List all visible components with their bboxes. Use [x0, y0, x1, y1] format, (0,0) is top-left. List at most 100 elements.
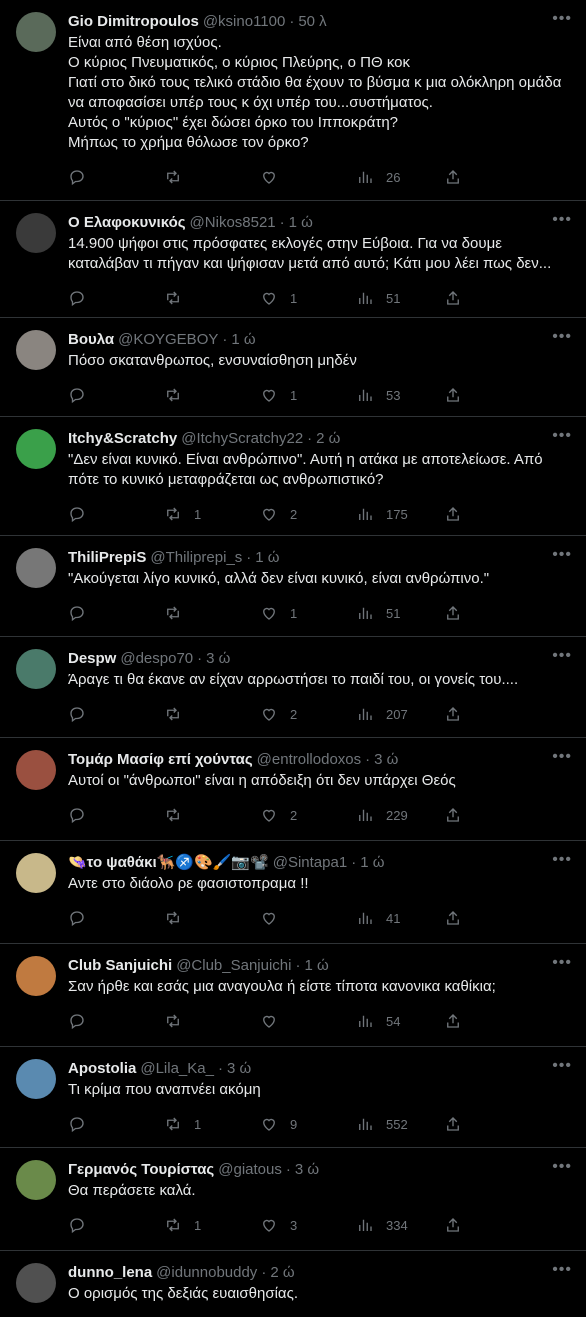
- like-button[interactable]: [260, 909, 356, 927]
- retweet-button[interactable]: 1: [164, 1216, 260, 1234]
- like-button[interactable]: 1: [260, 289, 356, 307]
- author-handle[interactable]: @KOYGEBOY: [118, 330, 218, 350]
- author-handle[interactable]: @entrollodoxos: [257, 750, 361, 770]
- timestamp[interactable]: 3 ώ: [374, 750, 398, 770]
- reply-button[interactable]: [68, 386, 164, 404]
- reply-button[interactable]: [68, 1216, 164, 1234]
- views-button[interactable]: 53: [356, 386, 444, 404]
- retweet-button[interactable]: [164, 1012, 260, 1030]
- timestamp[interactable]: 1 ώ: [304, 956, 328, 976]
- author-name[interactable]: Club Sanjuichi: [68, 956, 172, 976]
- share-button[interactable]: [444, 289, 462, 307]
- author-handle[interactable]: @Lila_Ka_: [140, 1059, 214, 1079]
- avatar[interactable]: [16, 213, 56, 253]
- reply-tweet[interactable]: Gio Dimitropoulos @ksino1100 · 50 λ ••• …: [0, 0, 586, 201]
- timestamp[interactable]: 3 ώ: [295, 1160, 319, 1180]
- retweet-button[interactable]: [164, 705, 260, 723]
- avatar[interactable]: [16, 1059, 56, 1099]
- like-button[interactable]: 2: [260, 806, 356, 824]
- share-button[interactable]: [444, 1216, 462, 1234]
- timestamp[interactable]: 1 ώ: [255, 548, 279, 568]
- like-button[interactable]: [260, 168, 356, 186]
- reply-tweet[interactable]: Ο Ελαφοκυνικός @Nikos8521 · 1 ώ ••• 14.9…: [0, 201, 586, 318]
- views-button[interactable]: 54: [356, 1012, 444, 1030]
- views-button[interactable]: 51: [356, 289, 444, 307]
- share-button[interactable]: [444, 1012, 462, 1030]
- views-button[interactable]: 229: [356, 806, 444, 824]
- author-name[interactable]: dunno_lena: [68, 1263, 152, 1283]
- reply-button[interactable]: [68, 909, 164, 927]
- reply-button[interactable]: [68, 1115, 164, 1133]
- more-options-icon[interactable]: •••: [552, 427, 572, 445]
- like-button[interactable]: 3: [260, 1216, 356, 1234]
- author-handle[interactable]: @ksino1100: [203, 12, 286, 32]
- reply-tweet[interactable]: Βουλα @KOYGEBOY · 1 ώ ••• Πόσο σκατανθρω…: [0, 318, 586, 417]
- author-handle[interactable]: @idunnobuddy: [156, 1263, 257, 1283]
- views-button[interactable]: 334: [356, 1216, 444, 1234]
- reply-tweet[interactable]: dunno_lena @idunnobuddy · 2 ώ ••• Ο ορισ…: [0, 1251, 586, 1317]
- share-button[interactable]: [444, 1115, 462, 1133]
- timestamp[interactable]: 1 ώ: [360, 853, 384, 873]
- views-button[interactable]: 207: [356, 705, 444, 723]
- like-button[interactable]: 1: [260, 604, 356, 622]
- timestamp[interactable]: 2 ώ: [270, 1263, 294, 1283]
- author-handle[interactable]: @ItchyScratchy22: [181, 429, 303, 449]
- more-options-icon[interactable]: •••: [552, 954, 572, 972]
- avatar[interactable]: [16, 956, 56, 996]
- retweet-button[interactable]: 1: [164, 1115, 260, 1133]
- reply-tweet[interactable]: Γερμανός Τουρίστας @giatous · 3 ώ ••• Θα…: [0, 1148, 586, 1251]
- share-button[interactable]: [444, 168, 462, 186]
- like-button[interactable]: 2: [260, 505, 356, 523]
- reply-tweet[interactable]: Τομάρ Μασίφ επί χούντας @entrollodoxos ·…: [0, 738, 586, 841]
- like-button[interactable]: 2: [260, 705, 356, 723]
- author-handle[interactable]: @Nikos8521: [190, 213, 276, 233]
- reply-tweet[interactable]: Itchy&Scratchy @ItchyScratchy22 · 2 ώ ••…: [0, 417, 586, 536]
- reply-tweet[interactable]: 👒το ψαθάκι🐕‍🦺♐🎨🖌️📷📽️ @Sintapa1 · 1 ώ •••…: [0, 841, 586, 944]
- author-name[interactable]: Ο Ελαφοκυνικός: [68, 213, 186, 233]
- more-options-icon[interactable]: •••: [552, 211, 572, 229]
- avatar[interactable]: [16, 429, 56, 469]
- like-button[interactable]: 1: [260, 386, 356, 404]
- reply-button[interactable]: [68, 1012, 164, 1030]
- more-options-icon[interactable]: •••: [552, 1158, 572, 1176]
- views-button[interactable]: 51: [356, 604, 444, 622]
- views-button[interactable]: 41: [356, 909, 444, 927]
- reply-tweet[interactable]: Club Sanjuichi @Club_Sanjuichi · 1 ώ •••…: [0, 944, 586, 1047]
- retweet-button[interactable]: 1: [164, 505, 260, 523]
- more-options-icon[interactable]: •••: [552, 328, 572, 346]
- author-name[interactable]: Apostolia: [68, 1059, 136, 1079]
- retweet-button[interactable]: [164, 806, 260, 824]
- timestamp[interactable]: 2 ώ: [316, 429, 340, 449]
- avatar[interactable]: [16, 330, 56, 370]
- avatar[interactable]: [16, 548, 56, 588]
- author-name[interactable]: ThiliPrepiS: [68, 548, 146, 568]
- more-options-icon[interactable]: •••: [552, 546, 572, 564]
- views-button[interactable]: 26: [356, 168, 444, 186]
- author-name[interactable]: 👒το ψαθάκι🐕‍🦺♐🎨🖌️📷📽️: [68, 853, 269, 873]
- more-options-icon[interactable]: •••: [552, 1057, 572, 1075]
- author-handle[interactable]: @Sintapa1: [273, 853, 347, 873]
- more-options-icon[interactable]: •••: [552, 10, 572, 28]
- share-button[interactable]: [444, 705, 462, 723]
- author-handle[interactable]: @Thiliprepi_s: [150, 548, 242, 568]
- more-options-icon[interactable]: •••: [552, 851, 572, 869]
- author-name[interactable]: Τομάρ Μασίφ επί χούντας: [68, 750, 253, 770]
- avatar[interactable]: [16, 750, 56, 790]
- author-handle[interactable]: @Club_Sanjuichi: [176, 956, 291, 976]
- more-options-icon[interactable]: •••: [552, 748, 572, 766]
- author-name[interactable]: Γερμανός Τουρίστας: [68, 1160, 214, 1180]
- share-button[interactable]: [444, 604, 462, 622]
- like-button[interactable]: 9: [260, 1115, 356, 1133]
- more-options-icon[interactable]: •••: [552, 647, 572, 665]
- avatar[interactable]: [16, 853, 56, 893]
- more-options-icon[interactable]: •••: [552, 1261, 572, 1279]
- author-name[interactable]: Gio Dimitropoulos: [68, 12, 199, 32]
- retweet-button[interactable]: [164, 168, 260, 186]
- share-button[interactable]: [444, 806, 462, 824]
- reply-button[interactable]: [68, 289, 164, 307]
- avatar[interactable]: [16, 12, 56, 52]
- reply-tweet[interactable]: Apostolia @Lila_Ka_ · 3 ώ ••• Τι κρίμα π…: [0, 1047, 586, 1148]
- reply-tweet[interactable]: Despw @despo70 · 3 ώ ••• Άραγε τι θα έκα…: [0, 637, 586, 738]
- reply-tweet[interactable]: ThiliPrepiS @Thiliprepi_s · 1 ώ ••• "Ακο…: [0, 536, 586, 637]
- reply-button[interactable]: [68, 505, 164, 523]
